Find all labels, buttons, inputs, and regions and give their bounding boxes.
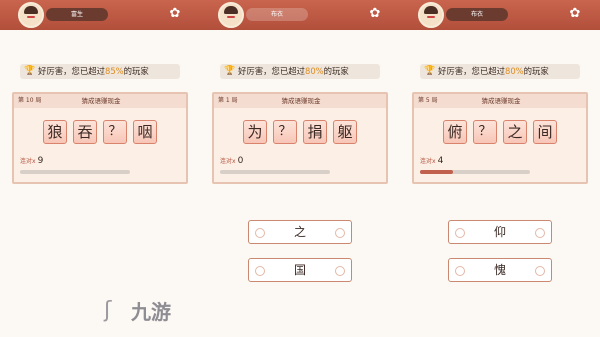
player-name: 布衣 — [246, 8, 308, 21]
flower-icon[interactable]: ✿ — [168, 7, 182, 21]
progress-track — [420, 170, 530, 174]
streak-value: 0 — [237, 156, 244, 166]
streak-value: 4 — [437, 156, 444, 166]
praise-text: 好厉害，您已超过80%的玩家 — [438, 64, 549, 79]
praise-banner: 🏆 好厉害，您已超过85%的玩家 — [20, 64, 180, 79]
top-bar: 富生 ✿ — [0, 0, 200, 30]
praise-text-after: 的玩家 — [323, 66, 349, 76]
praise-banner: 🏆 好厉害，您已超过80%的玩家 — [420, 64, 580, 79]
progress-track — [220, 170, 330, 174]
game-screen-3: 富生 ✿ 🏆 好厉害，您已超过85%的玩家 第 10 局 猜成语赚现金 狼 吞 … — [0, 0, 200, 337]
praise-banner: 🏆 好厉害，您已超过80%的玩家 — [220, 64, 380, 79]
idiom-tile: 吞 — [73, 120, 97, 144]
idiom-tile: 咽 — [133, 120, 157, 144]
idiom-tile: 间 — [533, 120, 557, 144]
answer-button[interactable]: 愧 — [448, 258, 552, 282]
idiom-tile-blank: ？ — [273, 120, 297, 144]
answer-button[interactable]: 之 — [248, 220, 352, 244]
praise-text-before: 好厉害，您已超过 — [438, 66, 505, 76]
streak-counter: 连对x 9 — [20, 156, 43, 166]
progress-fill — [420, 170, 453, 174]
trophy-icon: 🏆 — [24, 66, 36, 76]
streak-label: 连对x — [220, 158, 236, 165]
trophy-icon: 🏆 — [424, 66, 436, 76]
idiom-tile: 躯 — [333, 120, 357, 144]
praise-text: 好厉害，您已超过80%的玩家 — [238, 64, 349, 79]
top-bar: 布衣 ✿ — [400, 0, 600, 30]
idiom-tile: 捐 — [303, 120, 327, 144]
idiom-tile-blank: ？ — [473, 120, 497, 144]
streak-label: 连对x — [420, 158, 436, 165]
question-card: 第 5 局 猜成语赚现金 俯 ？ 之 间 连对x 4 — [412, 92, 588, 184]
level-label: 第 1 局 — [218, 97, 238, 104]
level-label: 第 5 局 — [418, 97, 438, 104]
avatar-icon[interactable] — [218, 2, 244, 28]
praise-text: 好厉害，您已超过85%的玩家 — [38, 64, 149, 79]
player-name: 富生 — [46, 8, 108, 21]
streak-value: 9 — [37, 156, 44, 166]
flower-icon[interactable]: ✿ — [368, 7, 382, 21]
praise-percent: 80% — [505, 66, 524, 76]
praise-percent: 80% — [305, 66, 324, 76]
idiom-tile: 之 — [503, 120, 527, 144]
watermark: ʃ 九游 — [104, 297, 188, 327]
idiom-tile: 狼 — [43, 120, 67, 144]
streak-counter: 连对x 0 — [220, 156, 243, 166]
mode-title: 猜成语赚现金 — [281, 97, 321, 105]
jiuyou-logo-icon: ʃ — [104, 298, 112, 323]
player-name: 布衣 — [446, 8, 508, 21]
praise-text-before: 好厉害，您已超过 — [238, 66, 305, 76]
flower-icon[interactable]: ✿ — [568, 7, 582, 21]
streak-label: 连对x — [20, 158, 36, 165]
level-label: 第 10 局 — [18, 97, 42, 104]
answer-button[interactable]: 国 — [248, 258, 352, 282]
avatar-icon[interactable] — [18, 2, 44, 28]
mode-title: 猜成语赚现金 — [481, 97, 521, 105]
game-screen-2: 布衣 ✿ 🏆 好厉害，您已超过80%的玩家 第 5 局 猜成语赚现金 俯 ？ 之… — [400, 0, 600, 337]
question-card: 第 10 局 猜成语赚现金 狼 吞 ？ 咽 连对x 9 — [12, 92, 188, 184]
avatar-icon[interactable] — [418, 2, 444, 28]
streak-counter: 连对x 4 — [420, 156, 443, 166]
card-header: 第 10 局 猜成语赚现金 — [14, 94, 186, 108]
trophy-icon: 🏆 — [224, 66, 236, 76]
idiom-tiles: 狼 吞 ？ 咽 — [43, 120, 157, 144]
answer-button[interactable]: 仰 — [448, 220, 552, 244]
praise-text-after: 的玩家 — [523, 66, 549, 76]
idiom-tile: 俯 — [443, 120, 467, 144]
praise-text-before: 好厉害，您已超过 — [38, 66, 105, 76]
idiom-tiles: 为 ？ 捐 躯 — [243, 120, 357, 144]
game-screen-1: 布衣 ✿ 🏆 好厉害，您已超过80%的玩家 第 1 局 猜成语赚现金 为 ？ 捐… — [200, 0, 400, 337]
question-card: 第 1 局 猜成语赚现金 为 ？ 捐 躯 连对x 0 — [212, 92, 388, 184]
card-header: 第 5 局 猜成语赚现金 — [414, 94, 586, 108]
mode-title: 猜成语赚现金 — [81, 97, 121, 105]
idiom-tile-blank: ？ — [103, 120, 127, 144]
watermark-text: 九游 — [131, 300, 171, 324]
card-header: 第 1 局 猜成语赚现金 — [214, 94, 386, 108]
idiom-tile: 为 — [243, 120, 267, 144]
idiom-tiles: 俯 ？ 之 间 — [443, 120, 557, 144]
top-bar: 布衣 ✿ — [200, 0, 400, 30]
progress-track — [20, 170, 130, 174]
praise-text-after: 的玩家 — [123, 66, 149, 76]
praise-percent: 85% — [105, 66, 124, 76]
